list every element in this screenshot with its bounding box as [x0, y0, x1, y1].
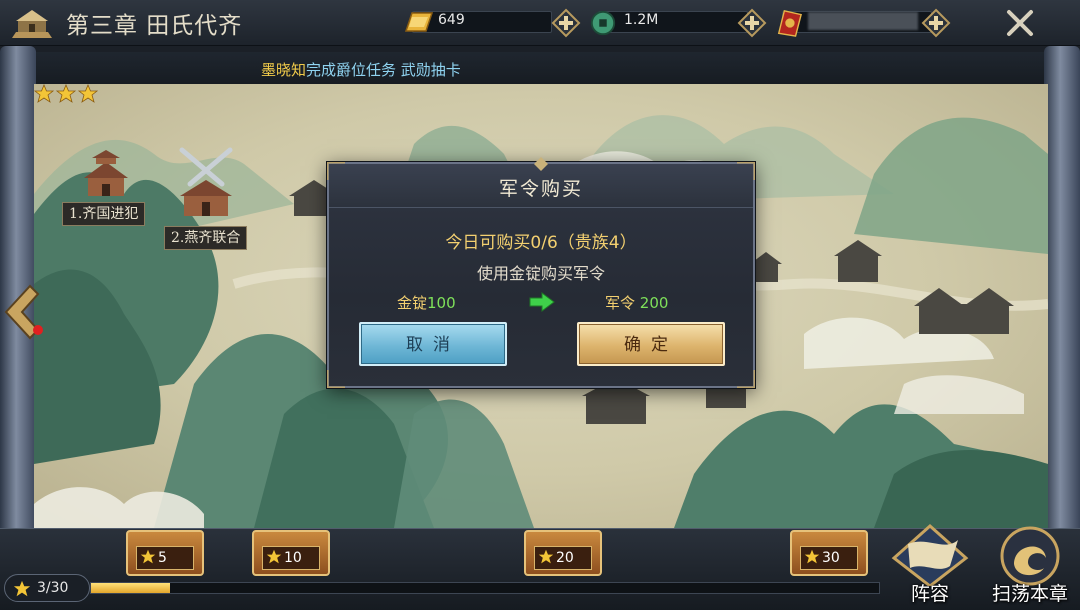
star-icon [140, 549, 156, 564]
dialog-title: 军令购买 [498, 178, 583, 200]
top-bar: 第三章 田氏代齐 649 1.2M [0, 0, 1080, 46]
chest-threshold: 10 [284, 550, 302, 566]
right-scroll-rod [1044, 46, 1080, 580]
diamond-ornament-icon [534, 157, 548, 171]
stage-2-label[interactable]: 2.燕齐联合 [164, 226, 248, 250]
star-icon [538, 549, 554, 564]
order-purchase-dialog: 军令购买 今日可购买0/6（贵族4） 使用金锭购买军令 金锭100 军令 200… [327, 157, 755, 388]
gold-value: 649 [438, 12, 465, 28]
stage-1-stars [34, 84, 98, 103]
confirm-button[interactable]: 确定 [577, 322, 725, 366]
copper-coin-icon [590, 10, 616, 36]
purchase-description: 使用金锭购买军令 [476, 264, 605, 283]
sweep-dragon-icon [1000, 526, 1060, 586]
star-count-text: 3/30 [37, 580, 69, 596]
previous-chapter-arrow-icon[interactable] [0, 282, 48, 342]
reward-chest-20[interactable]: 20 [524, 530, 602, 576]
gain-row: 军令 200 [605, 292, 668, 313]
corner-ornament-icon [737, 162, 755, 180]
close-x-icon[interactable] [1000, 4, 1040, 42]
cancel-button[interactable]: 取消 [359, 322, 507, 366]
chest-threshold: 30 [822, 550, 840, 566]
chest-threshold: 5 [158, 550, 167, 566]
purchase-count-info: 今日可购买0/6（贵族4） [445, 233, 637, 253]
coin-value: 1.2M [624, 12, 659, 28]
lineup-button[interactable]: 阵容 [888, 522, 972, 608]
stage-1-fort-icon[interactable] [84, 150, 128, 198]
sweep-chapter-button[interactable]: 扫荡本章 [984, 522, 1076, 608]
stage-1-label[interactable]: 1.齐国进犯 [62, 202, 146, 226]
cost-value: 100 [427, 294, 456, 312]
cost-row: 金锭100 [397, 292, 456, 313]
add-coin-button[interactable] [737, 8, 767, 38]
cost-label: 金锭 [397, 294, 428, 312]
star-icon [266, 549, 282, 564]
reward-chest-5[interactable]: 5 [126, 530, 204, 576]
gold-ingot-icon [404, 12, 434, 32]
sweep-label: 扫荡本章 [991, 583, 1068, 605]
reward-chest-30[interactable]: 30 [790, 530, 868, 576]
lineup-label: 阵容 [910, 583, 949, 605]
corner-ornament-icon [327, 162, 345, 180]
corner-ornament-icon [737, 370, 755, 388]
add-order-button[interactable] [921, 8, 951, 38]
ticker-player-name: 墨晓知 [261, 61, 307, 79]
stage-2-battle-fort-icon[interactable] [174, 146, 238, 218]
city-home-icon[interactable] [8, 4, 56, 42]
corner-ornament-icon [327, 370, 345, 388]
star-icon [804, 549, 820, 564]
gain-value: 200 [635, 294, 669, 312]
coin-bar [598, 11, 748, 33]
military-order-icon [777, 10, 802, 37]
chapter-title: 第三章 田氏代齐 [66, 13, 243, 39]
ticker-text: 墨晓知完成爵位任务 武勋抽卡 [261, 59, 461, 80]
chest-threshold: 20 [556, 550, 574, 566]
right-arrow-icon [529, 292, 555, 312]
star-progress-bar [90, 582, 880, 594]
announcement-ticker: 墨晓知完成爵位任务 武勋抽卡 [36, 52, 1046, 84]
reward-chest-10[interactable]: 10 [252, 530, 330, 576]
star-count-badge: 3/30 [4, 574, 90, 602]
order-value-blurred [808, 12, 918, 30]
add-gold-button[interactable] [551, 8, 581, 38]
star-progress-fill [91, 583, 170, 593]
star-icon [13, 580, 31, 597]
ticker-message: 完成爵位任务 武勋抽卡 [306, 61, 461, 79]
gain-label: 军令 [605, 294, 636, 312]
lineup-flag-icon [891, 523, 969, 588]
